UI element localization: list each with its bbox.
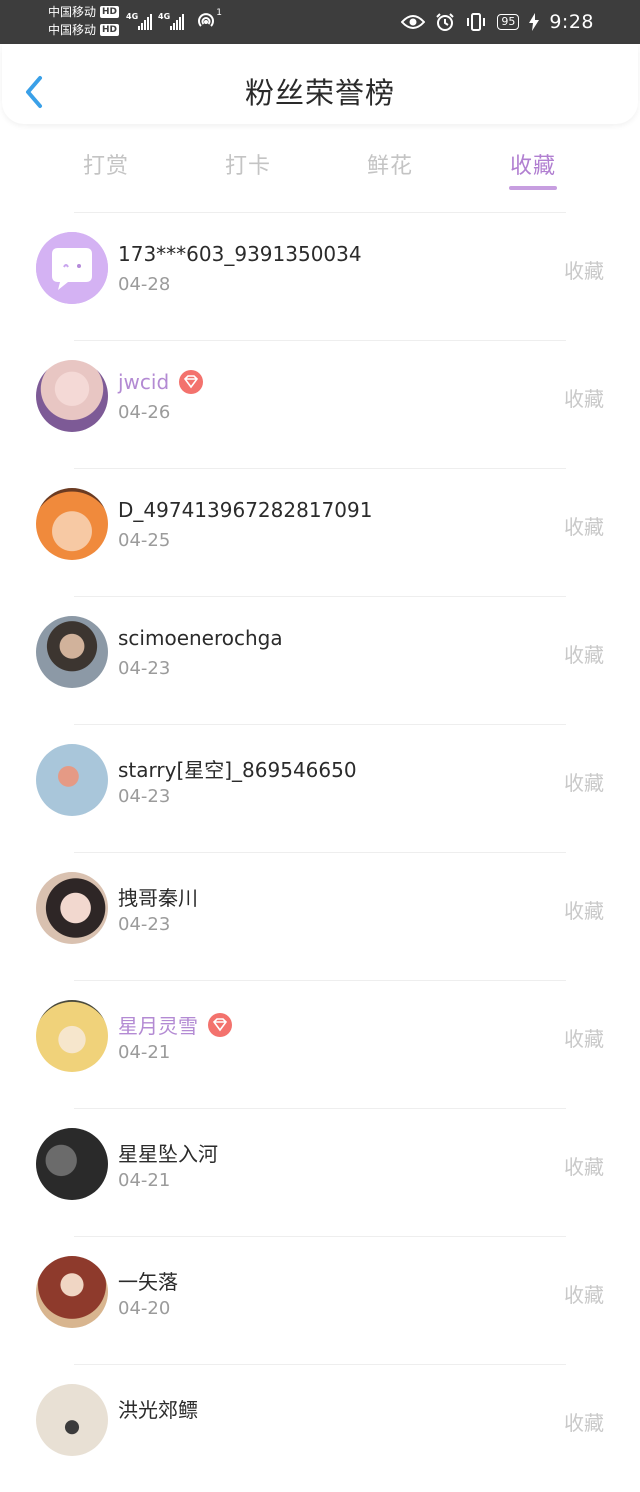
action-label: 收藏 xyxy=(564,899,604,923)
signal-2-tag: 4G xyxy=(158,12,171,21)
list-item[interactable]: jwcid 04-26 收藏 xyxy=(0,340,640,468)
diamond-icon xyxy=(179,370,204,394)
divider xyxy=(74,1108,566,1109)
carrier-1: 中国移动 xyxy=(48,5,97,19)
hotspot-count: 1 xyxy=(216,8,222,18)
list-item[interactable]: 拽哥秦川 04-23 收藏 xyxy=(0,852,640,980)
action-label: 收藏 xyxy=(564,387,604,411)
fan-name: 星星坠入河 xyxy=(118,1142,218,1166)
fan-name: 星月灵雪 xyxy=(118,1010,232,1039)
fan-date: 04-21 xyxy=(118,1170,171,1191)
fan-list: 173***603_9391350034 04-28 收藏 jwcid 04-2… xyxy=(0,212,640,1492)
avatar[interactable] xyxy=(36,1000,108,1072)
action-label: 收藏 xyxy=(564,259,604,283)
fan-name: 一矢落 xyxy=(118,1270,178,1294)
divider xyxy=(74,980,566,981)
fan-date: 04-23 xyxy=(118,658,171,679)
alarm-icon xyxy=(436,13,455,31)
list-item[interactable]: 173***603_9391350034 04-28 收藏 xyxy=(0,212,640,340)
fan-date: 04-26 xyxy=(118,402,171,423)
carrier-2: 中国移动 xyxy=(48,23,97,37)
hd-badge-2: HD xyxy=(100,24,120,36)
action-label: 收藏 xyxy=(564,1283,604,1307)
avatar[interactable] xyxy=(36,488,108,560)
avatar[interactable] xyxy=(36,1256,108,1328)
signal-indicators: 4G 4G 1 xyxy=(126,8,222,30)
diamond-icon xyxy=(208,1012,232,1037)
avatar[interactable] xyxy=(36,1128,108,1200)
list-item[interactable]: 星星坠入河 04-21 收藏 xyxy=(0,1108,640,1236)
divider xyxy=(74,340,566,341)
avatar[interactable] xyxy=(36,232,108,304)
fan-date: 04-25 xyxy=(118,530,171,551)
fan-name: D_497413967282817091 xyxy=(118,498,373,522)
page-title: 粉丝荣誉榜 xyxy=(244,76,395,110)
tab-checkin[interactable]: 打卡 xyxy=(225,148,271,180)
tab-flowers[interactable]: 鲜花 xyxy=(367,148,413,180)
fan-date: 04-21 xyxy=(118,1042,171,1063)
hd-badge-1: HD xyxy=(100,6,120,18)
divider xyxy=(74,468,566,469)
fan-date: 04-20 xyxy=(118,1298,171,1319)
divider xyxy=(74,1236,566,1237)
fan-date: 04-23 xyxy=(118,786,171,807)
list-item[interactable]: 洪光郊鳔 收藏 xyxy=(0,1364,640,1492)
action-label: 收藏 xyxy=(564,515,604,539)
fan-date: 04-23 xyxy=(118,914,171,935)
signal-1-tag: 4G xyxy=(126,12,139,21)
carrier-info: 中国移动 HD 中国移动 HD xyxy=(48,3,120,39)
divider xyxy=(74,852,566,853)
avatar[interactable] xyxy=(36,616,108,688)
divider xyxy=(74,1364,566,1365)
clock: 9:28 xyxy=(549,11,594,33)
divider xyxy=(74,596,566,597)
tab-reward[interactable]: 打赏 xyxy=(83,148,129,180)
avatar[interactable] xyxy=(36,1384,108,1456)
list-item[interactable]: D_497413967282817091 04-25 收藏 xyxy=(0,468,640,596)
hotspot-icon: 1 xyxy=(196,8,222,30)
fan-name: 173***603_9391350034 xyxy=(118,242,362,266)
list-item[interactable]: scimoenerochga 04-23 收藏 xyxy=(0,596,640,724)
fan-name: scimoenerochga xyxy=(118,626,283,650)
list-item[interactable]: starry[星空]_869546650 04-23 收藏 xyxy=(0,724,640,852)
signal-1-icon: 4G xyxy=(126,12,152,30)
battery-level: 95 xyxy=(497,14,520,30)
avatar[interactable] xyxy=(36,872,108,944)
charging-icon xyxy=(529,13,540,31)
eye-icon xyxy=(401,15,426,29)
fan-name: jwcid xyxy=(118,370,204,394)
avatar[interactable] xyxy=(36,744,108,816)
action-label: 收藏 xyxy=(564,1027,604,1051)
action-label: 收藏 xyxy=(564,771,604,795)
fan-name: starry[星空]_869546650 xyxy=(118,758,357,782)
divider xyxy=(74,212,566,213)
signal-2-icon: 4G xyxy=(158,12,184,30)
status-bar: 中国移动 HD 中国移动 HD 4G 4G 1 95 9:28 xyxy=(0,0,640,44)
status-right: 95 9:28 xyxy=(401,11,594,33)
fan-date: 04-28 xyxy=(118,274,171,295)
action-label: 收藏 xyxy=(564,643,604,667)
list-item[interactable]: 一矢落 04-20 收藏 xyxy=(0,1236,640,1364)
avatar[interactable] xyxy=(36,360,108,432)
fan-name: 拽哥秦川 xyxy=(118,886,198,910)
active-tab-indicator xyxy=(509,186,557,190)
tab-favorites[interactable]: 收藏 xyxy=(510,148,556,180)
divider xyxy=(74,724,566,725)
vibrate-icon xyxy=(467,13,486,31)
page-header: 粉丝荣誉榜 xyxy=(2,44,638,124)
fan-name: 洪光郊鳔 xyxy=(118,1398,198,1422)
action-label: 收藏 xyxy=(564,1155,604,1179)
list-item[interactable]: 星月灵雪 04-21 收藏 xyxy=(0,980,640,1108)
